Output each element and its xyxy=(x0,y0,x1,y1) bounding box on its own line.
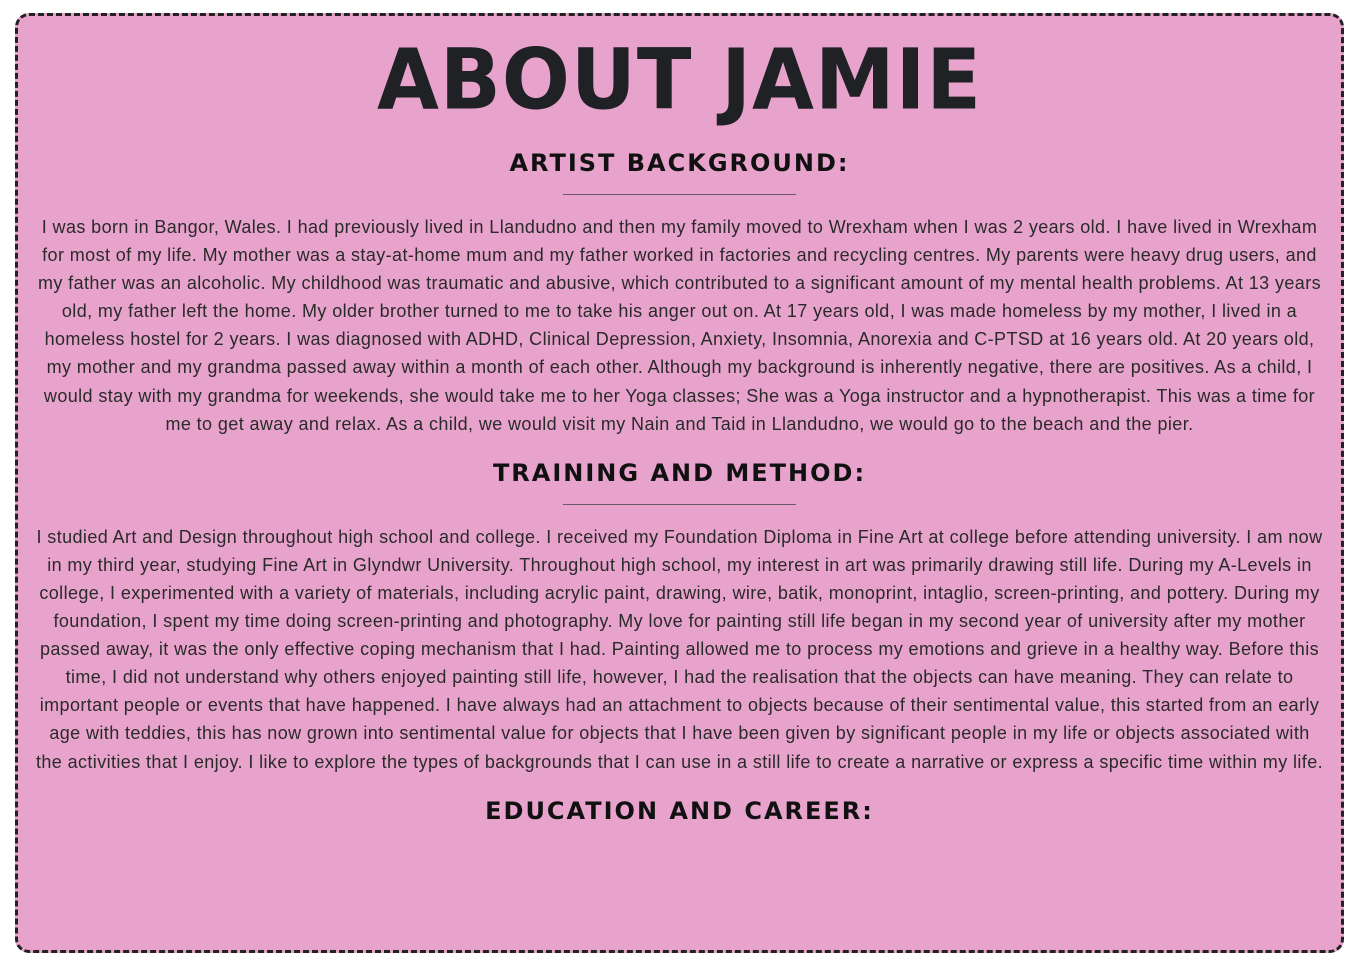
education-career-section: EDUCATION AND CAREER: xyxy=(18,796,1341,826)
section-divider xyxy=(563,194,796,195)
education-career-heading: EDUCATION AND CAREER: xyxy=(485,796,874,825)
artist-background-section: ARTIST BACKGROUND: I was born in Bangor,… xyxy=(18,148,1341,438)
section-divider xyxy=(563,503,796,505)
artist-background-heading: ARTIST BACKGROUND: xyxy=(509,149,850,177)
about-panel: ABOUT JAMIE ARTIST BACKGROUND: I was bor… xyxy=(15,13,1344,953)
training-method-text: I studied Art and Design throughout high… xyxy=(35,526,1324,772)
page-title: ABOUT JAMIE xyxy=(377,30,982,129)
training-method-section: TRAINING AND METHOD: I studied Art and D… xyxy=(18,458,1341,776)
artist-background-text: I was born in Bangor, Wales. I had previ… xyxy=(37,217,1322,434)
training-method-heading: TRAINING AND METHOD: xyxy=(492,458,867,487)
